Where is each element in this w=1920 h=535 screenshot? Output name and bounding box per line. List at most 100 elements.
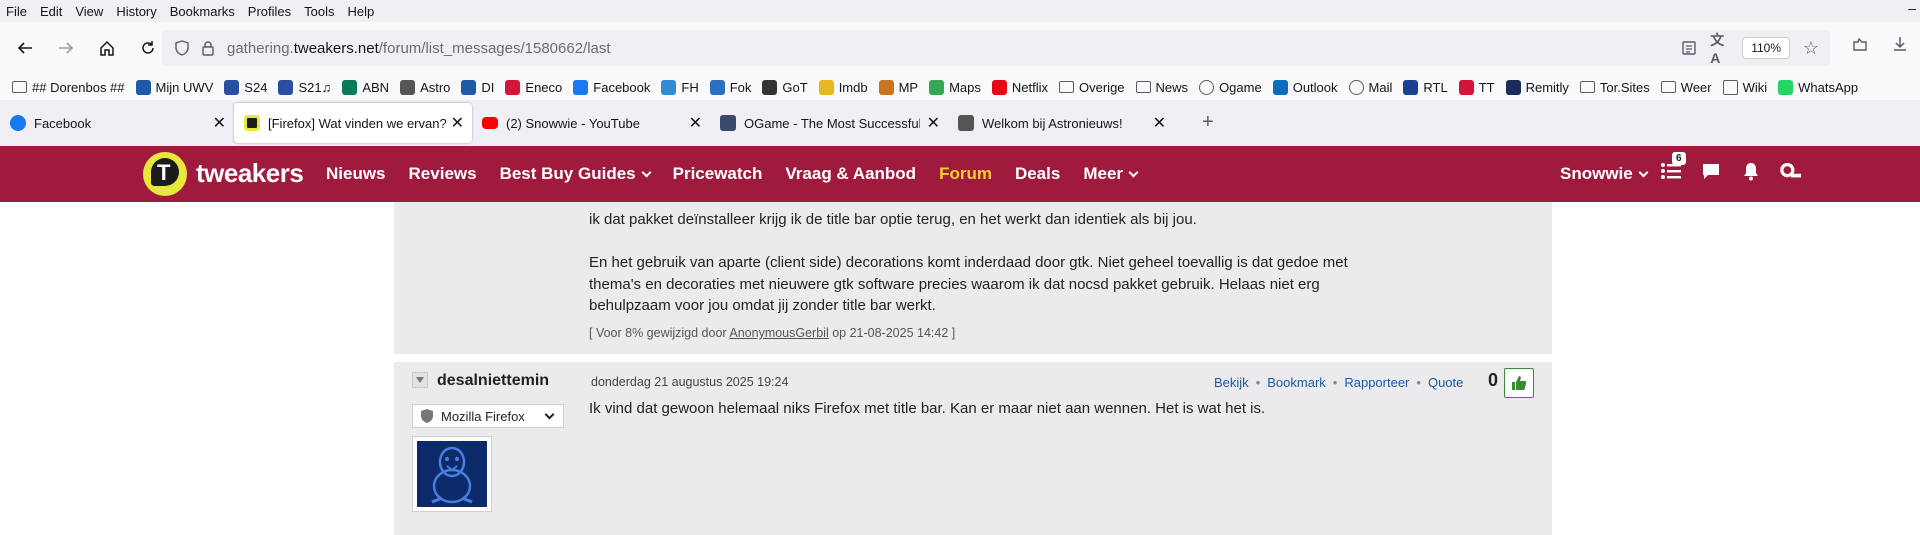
tab-ogame[interactable]: OGame - The Most Successful B ✕ — [710, 103, 948, 143]
bookmark-item[interactable]: ## Dorenbos ## — [12, 80, 125, 95]
bookmark-item[interactable]: Wiki — [1722, 79, 1767, 95]
minimize-icon[interactable]: – — [1908, 0, 1916, 16]
bookmark-item[interactable]: Netflix — [991, 79, 1048, 95]
menu-profiles[interactable]: Profiles — [248, 4, 291, 19]
close-icon[interactable]: ✕ — [1153, 113, 1166, 133]
menu-help[interactable]: Help — [348, 4, 375, 19]
menu-view[interactable]: View — [75, 4, 103, 19]
chat-icon[interactable] — [1700, 160, 1722, 182]
shield-icon[interactable] — [169, 35, 195, 61]
bookmark-label: RTL — [1423, 79, 1448, 95]
nav-pricewatch[interactable]: Pricewatch — [673, 164, 763, 184]
quote-link[interactable]: Quote — [1428, 375, 1463, 390]
reload-button[interactable] — [132, 32, 164, 64]
nav-best-buy-guides[interactable]: Best Buy Guides — [500, 164, 652, 184]
bookmark-item[interactable]: Tor.Sites — [1579, 80, 1650, 95]
bookmark-star-icon[interactable]: ☆ — [1800, 37, 1822, 59]
s21-icon — [278, 79, 294, 95]
menu-edit[interactable]: Edit — [40, 4, 62, 19]
menu-bookmarks[interactable]: Bookmarks — [170, 4, 235, 19]
bookmark-item[interactable]: Mijn UWV — [135, 79, 213, 95]
bookmark-item[interactable]: Remitly — [1505, 79, 1569, 95]
forward-button[interactable] — [50, 32, 82, 64]
bookmark-link[interactable]: Bookmark — [1267, 375, 1326, 390]
brand-name[interactable]: tweakers — [196, 158, 304, 189]
bookmark-item[interactable]: Ogame — [1199, 79, 1262, 95]
bookmark-item[interactable]: Eneco — [505, 79, 562, 95]
translate-icon[interactable]: 文A — [1710, 32, 1732, 66]
report-link[interactable]: Rapporteer — [1344, 375, 1409, 390]
bookmark-label: MP — [898, 79, 919, 95]
thumbs-up-button[interactable] — [1504, 368, 1534, 398]
globe-icon — [1199, 79, 1215, 95]
nav-meer[interactable]: Meer — [1083, 164, 1139, 184]
bookmark-item[interactable]: Outlook — [1272, 79, 1338, 95]
reader-view-icon[interactable] — [1678, 37, 1700, 59]
browser-select[interactable]: Mozilla Firefox — [412, 404, 564, 428]
bookmark-item[interactable]: WhatsApp — [1778, 79, 1858, 95]
bookmark-item[interactable]: Mail — [1348, 79, 1392, 95]
menu-tools[interactable]: Tools — [304, 4, 334, 19]
new-tab-icon[interactable]: + — [1202, 111, 1214, 134]
nav-deals[interactable]: Deals — [1015, 164, 1060, 184]
zoom-level[interactable]: 110% — [1742, 37, 1790, 59]
bookmark-item[interactable]: FH — [661, 79, 699, 95]
nav-vraag-aanbod[interactable]: Vraag & Aanbod — [785, 164, 916, 184]
url-text[interactable]: gathering.tweakers.net/forum/list_messag… — [227, 40, 611, 57]
home-button[interactable] — [91, 32, 123, 64]
bookmark-item[interactable]: News — [1135, 80, 1188, 95]
close-icon[interactable]: ✕ — [927, 113, 940, 133]
downloads-icon[interactable] — [1888, 32, 1912, 56]
bookmark-item[interactable]: Astro — [400, 79, 450, 95]
bookmark-item[interactable]: Maps — [929, 79, 981, 95]
url-bar[interactable]: gathering.tweakers.net/forum/list_messag… — [162, 30, 1830, 66]
close-icon[interactable]: ✕ — [451, 113, 464, 133]
bookmark-item[interactable]: ABN — [342, 79, 389, 95]
bookmark-item[interactable]: Weer — [1660, 80, 1712, 95]
bookmark-item[interactable]: Facebook — [573, 79, 650, 95]
menu-history[interactable]: History — [116, 4, 156, 19]
avatar[interactable] — [412, 436, 492, 512]
bookmark-item[interactable]: S24 — [224, 79, 267, 95]
bookmark-item[interactable]: Imdb — [818, 79, 868, 95]
imdb-icon — [818, 79, 834, 95]
site-nav: Nieuws Reviews Best Buy Guides Pricewatc… — [326, 146, 1160, 202]
menu-file[interactable]: File — [6, 4, 27, 19]
bookmark-item[interactable]: Overige — [1059, 80, 1125, 95]
nav-nieuws[interactable]: Nieuws — [326, 164, 386, 184]
tab-firefox-forum[interactable]: [Firefox] Wat vinden we ervan? ✕ — [234, 103, 472, 143]
collapse-toggle[interactable] — [412, 372, 428, 388]
close-icon[interactable]: ✕ — [689, 113, 702, 133]
bookmark-item[interactable]: RTL — [1403, 79, 1448, 95]
bookmark-item[interactable]: S21♫ — [278, 79, 331, 95]
user-menu[interactable]: Snowwie — [1560, 146, 1649, 202]
bookmark-item[interactable]: Fok — [709, 79, 751, 95]
nav-reviews[interactable]: Reviews — [409, 164, 477, 184]
list-icon[interactable]: 6 — [1660, 152, 1686, 182]
edit-user-link[interactable]: AnonymousGerbil — [729, 326, 828, 340]
tab-youtube[interactable]: (2) Snowwie - YouTube ✕ — [472, 103, 710, 143]
bookmark-item[interactable]: MP — [878, 79, 919, 95]
bell-icon[interactable] — [1740, 160, 1762, 182]
folder-icon — [1579, 81, 1595, 93]
bookmark-item[interactable]: TT — [1458, 79, 1495, 95]
post-text-paragraph: En het gebruik van aparte (client side) … — [589, 254, 1348, 314]
tab-label: [Firefox] Wat vinden we ervan? — [268, 115, 447, 131]
tweakers-logo[interactable]: T — [143, 152, 187, 196]
header-icons: 6 — [1660, 152, 1802, 182]
chevron-down-icon — [641, 167, 652, 177]
tab-facebook[interactable]: Facebook ✕ — [0, 103, 234, 143]
close-icon[interactable]: ✕ — [213, 113, 226, 133]
back-button[interactable] — [9, 32, 41, 64]
tab-astronieuws[interactable]: Welkom bij Astronieuws! ✕ — [948, 103, 1174, 143]
bookmark-item[interactable]: GoT — [762, 79, 808, 95]
folder-icon — [1059, 81, 1075, 93]
remitly-icon — [1505, 79, 1521, 95]
view-link[interactable]: Bekijk — [1214, 375, 1249, 390]
extensions-icon[interactable] — [1848, 32, 1872, 56]
settings-icon[interactable] — [1780, 160, 1802, 182]
nav-forum[interactable]: Forum — [939, 164, 992, 184]
post-author[interactable]: desalniettemin — [437, 372, 549, 390]
bookmark-item[interactable]: DI — [461, 79, 494, 95]
lock-icon[interactable] — [195, 35, 221, 61]
